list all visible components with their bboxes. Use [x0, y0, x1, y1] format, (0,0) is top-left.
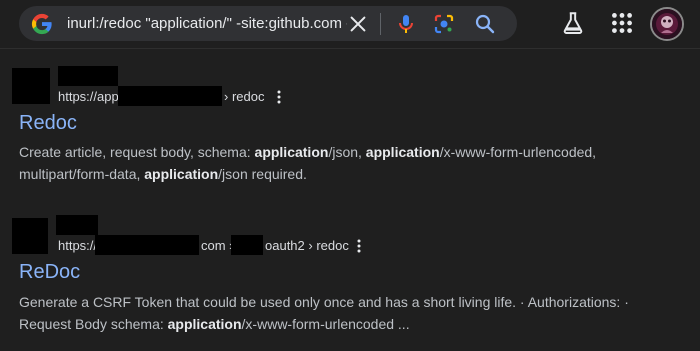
url-mid-text: com ›: [201, 238, 234, 253]
grid-icon[interactable]: [609, 10, 635, 36]
close-icon[interactable]: [347, 13, 369, 35]
url-redacted: [118, 86, 222, 106]
snippet-highlight: application: [254, 144, 329, 160]
url-redacted: [95, 235, 199, 255]
url-suffix: oauth2 › redoc: [265, 238, 349, 253]
result-snippet: Generate a CSRF Token that could be used…: [19, 291, 669, 335]
url-path: oauth2 › redoc: [265, 238, 349, 253]
snippet-text: /json required.: [218, 166, 307, 182]
url-path: › redoc: [224, 89, 264, 104]
result-title-link[interactable]: ReDoc: [19, 261, 80, 284]
url-redacted: [231, 235, 263, 255]
result-snippet: Create article, request body, schema: ap…: [19, 141, 669, 185]
result-url[interactable]: https://: [58, 238, 97, 253]
snippet-text: Create article, request body, schema:: [19, 144, 255, 160]
snippet-highlight: application: [365, 144, 440, 160]
search-box[interactable]: inurl:/redoc "application/" -site:github…: [19, 6, 517, 41]
more-options-icon[interactable]: [356, 238, 362, 254]
site-favicon: [12, 68, 50, 104]
lens-icon[interactable]: [432, 12, 456, 36]
top-bar: inurl:/redoc "application/" -site:github…: [0, 0, 700, 49]
snippet-text: /json,: [328, 144, 366, 160]
snippet-highlight: application: [144, 166, 219, 182]
url-prefix: https://app: [58, 89, 119, 104]
snippet-text: /x-www-form-urlencoded ...: [241, 316, 410, 332]
result-title-link[interactable]: Redoc: [19, 112, 77, 135]
snippet-highlight: application: [167, 316, 242, 332]
mic-icon[interactable]: [394, 12, 418, 36]
result-url[interactable]: https://app: [58, 89, 119, 104]
url-prefix: https://: [58, 238, 98, 253]
avatar[interactable]: [650, 7, 684, 41]
search-icon[interactable]: [473, 12, 497, 36]
divider: [380, 13, 381, 35]
site-favicon: [12, 218, 48, 254]
search-input[interactable]: inurl:/redoc "application/" -site:github…: [67, 15, 347, 32]
url-suffix: › redoc: [224, 89, 265, 104]
site-name-redacted: [56, 215, 98, 235]
google-g-icon: [31, 13, 52, 35]
site-name-redacted: [58, 66, 118, 86]
url-mid: com ›: [201, 238, 234, 253]
avatar-image-icon: [652, 9, 682, 39]
flask-icon[interactable]: [560, 10, 586, 36]
more-options-icon[interactable]: [276, 89, 282, 105]
